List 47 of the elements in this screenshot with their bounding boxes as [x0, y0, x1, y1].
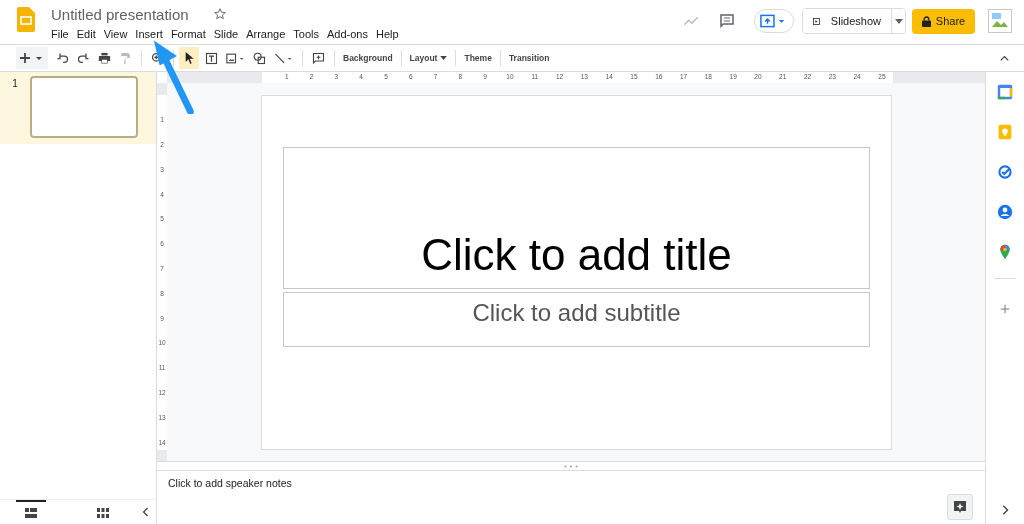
shape-icon[interactable]	[252, 50, 267, 66]
text-box-icon[interactable]	[204, 50, 219, 66]
menu-item[interactable]: Tools	[289, 27, 323, 42]
lock-icon	[921, 15, 931, 27]
select-tool-button[interactable]	[179, 47, 199, 69]
plus-icon	[20, 52, 44, 64]
present-button[interactable]	[754, 9, 794, 33]
explore-button[interactable]	[947, 494, 973, 520]
toolbar-button[interactable]: Transition	[505, 53, 553, 63]
menu-item[interactable]: Help	[372, 27, 403, 42]
add-icon[interactable]	[1000, 303, 1010, 315]
tasks-icon[interactable]	[997, 164, 1013, 180]
slide-canvas[interactable]: Click to add title Click to add subtitle	[261, 95, 892, 450]
map-pin-icon[interactable]	[997, 244, 1013, 260]
new-slide-button[interactable]	[16, 47, 48, 69]
share-button[interactable]: Share	[912, 8, 975, 34]
collapse-panel-icon[interactable]	[142, 506, 150, 518]
resize-handle-icon[interactable]	[564, 464, 578, 468]
expand-panel-icon[interactable]	[1000, 504, 1010, 516]
menu-item[interactable]: Edit	[72, 27, 100, 42]
calendar-icon[interactable]	[997, 84, 1013, 100]
menu-item[interactable]: Format	[166, 27, 210, 42]
grid-icon	[97, 508, 109, 518]
document-title[interactable]: Untitled presentation	[51, 5, 189, 23]
caret-icon	[894, 18, 903, 24]
caret-icon	[440, 56, 448, 60]
toolbar-button[interactable]: Background	[340, 53, 396, 63]
slideshow-menu-button[interactable]	[891, 9, 905, 33]
menu-item[interactable]: Add-ons	[323, 27, 372, 42]
speaker-notes-field[interactable]: Click to add speaker notes	[168, 477, 292, 489]
subtitle-placeholder[interactable]: Click to add subtitle	[283, 292, 870, 347]
filmstrip-icon	[25, 508, 37, 518]
comment-icon[interactable]	[718, 12, 736, 30]
contacts-icon[interactable]	[997, 204, 1013, 220]
menu-item[interactable]: View	[99, 27, 132, 42]
toolbar-button[interactable]: Layout	[406, 53, 451, 63]
title-placeholder[interactable]: Click to add title	[283, 147, 870, 289]
sparkle-comment-icon	[953, 500, 967, 514]
menu-item[interactable]: File	[51, 27, 73, 42]
toolbar-button[interactable]: Theme	[461, 53, 495, 63]
menu-item[interactable]: Insert	[131, 27, 167, 42]
menu-item[interactable]: Arrange	[242, 27, 290, 42]
add-comment-icon[interactable]	[311, 50, 326, 66]
star-icon[interactable]	[212, 7, 227, 21]
slide-thumbnail-row[interactable]: 1	[0, 72, 156, 144]
menu-item[interactable]: Slide	[209, 27, 243, 42]
print-icon[interactable]	[97, 50, 112, 66]
